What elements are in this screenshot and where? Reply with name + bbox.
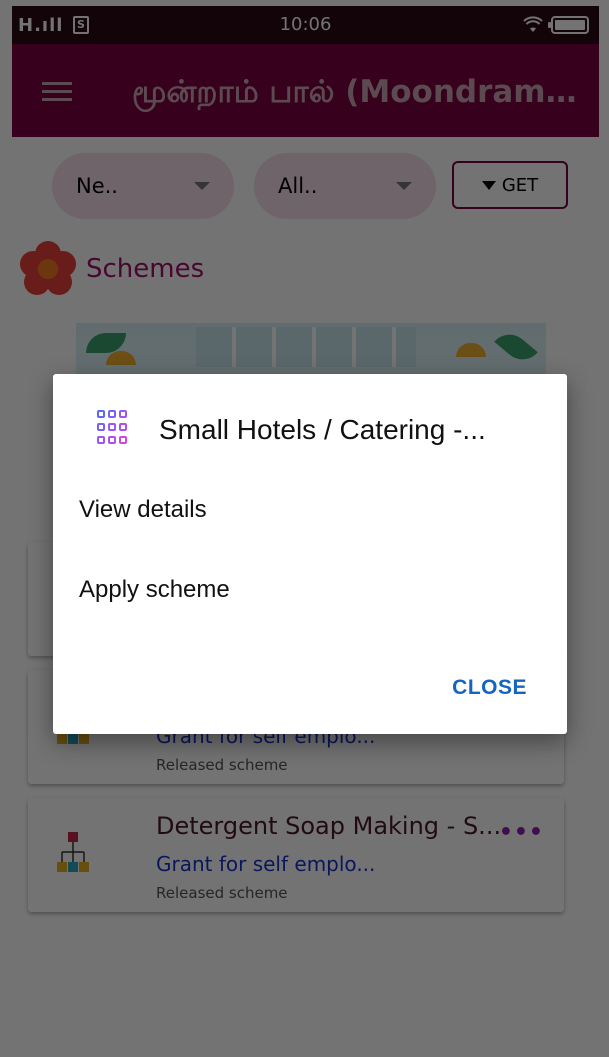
card-title: Detergent Soap Making - S... [156,812,502,840]
status-right [523,15,589,35]
battery-icon [548,16,589,34]
card-status: Released scheme [156,756,288,774]
status-time: 10:06 [279,14,332,35]
dialog-title: Small Hotels / Catering -... [159,414,486,445]
wifi-icon [523,16,543,32]
card-subtitle: Grant for self emplo... [156,852,376,876]
app-bar: மூன்றாம் பால் (Moondram P... [12,44,599,137]
chevron-down-icon [396,182,412,190]
view-details-option[interactable]: View details [79,496,207,524]
get-button-label: GET [501,174,539,196]
get-button[interactable]: GET [452,161,568,209]
flower-icon [20,241,76,297]
card-status: Released scheme [156,884,288,902]
apply-scheme-option[interactable]: Apply scheme [79,576,230,604]
apps-grid-icon [97,410,127,446]
list-item[interactable]: Detergent Soap Making - S... ••• Grant f… [28,798,564,912]
filter-row: Ne.. All.. [52,153,436,219]
more-options-icon[interactable]: ••• [499,820,544,845]
app-title: மூன்றாம் பால் (Moondram P... [132,74,587,110]
hierarchy-icon [57,832,89,872]
filter-first-value: Ne.. [76,174,118,198]
filter-dropdown-first[interactable]: Ne.. [52,153,234,219]
chevron-down-icon [194,182,210,190]
scheme-options-dialog: Small Hotels / Catering -... View detail… [53,374,567,734]
filter-icon [481,180,496,190]
close-button[interactable]: CLOSE [452,676,527,700]
filter-second-value: All.. [278,174,318,198]
filter-dropdown-second[interactable]: All.. [254,153,436,219]
section-header: Schemes [20,241,204,297]
status-bar: H.ıll S 10:06 [12,6,599,44]
menu-icon[interactable] [42,82,72,102]
section-title: Schemes [86,254,205,284]
